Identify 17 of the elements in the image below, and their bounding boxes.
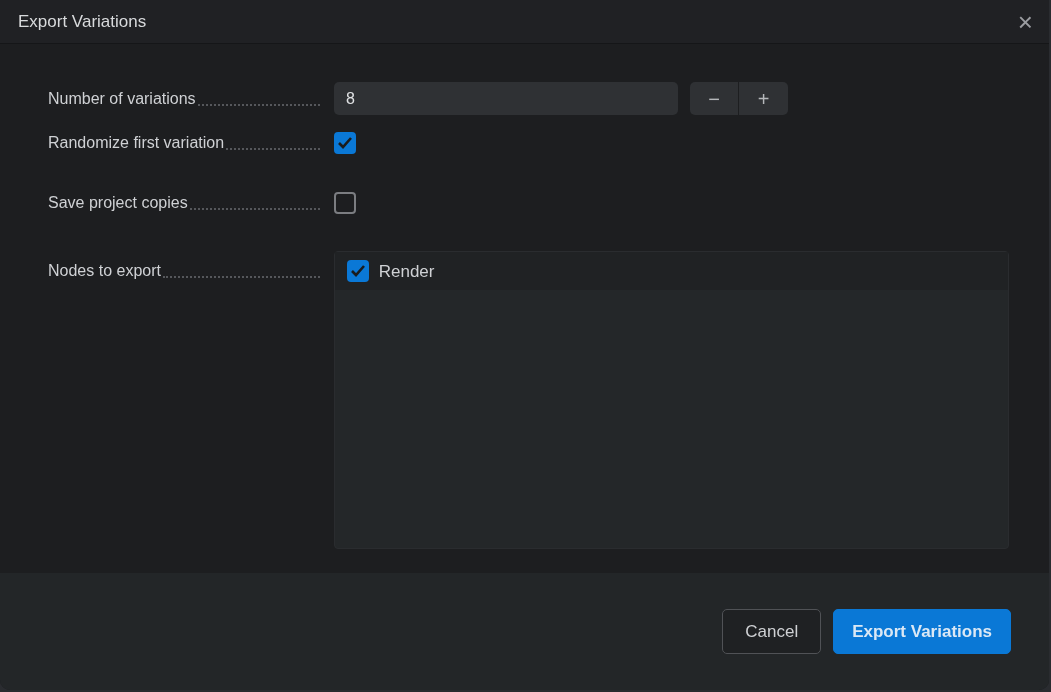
node-label: Render [378,260,435,283]
decrement-button[interactable]: − [690,82,739,116]
field-label: Save project copies [48,193,188,214]
export-button[interactable]: Export Variations [833,609,1011,655]
number-field[interactable]: 8 [334,82,678,116]
field-label: Nodes to export [48,261,161,282]
field-label: Randomize first variation [48,133,225,154]
check-icon [349,264,366,279]
field-label: Number of variations [48,88,196,109]
checkbox[interactable] [334,192,356,215]
cancel-button[interactable]: Cancel [722,609,822,655]
checkbox[interactable] [334,132,356,155]
window-title: Export Variations [18,10,147,33]
checkbox[interactable] [346,260,369,283]
check-icon [337,136,353,151]
increment-button[interactable]: + [739,82,788,116]
close-button[interactable]: × [1013,8,1037,35]
